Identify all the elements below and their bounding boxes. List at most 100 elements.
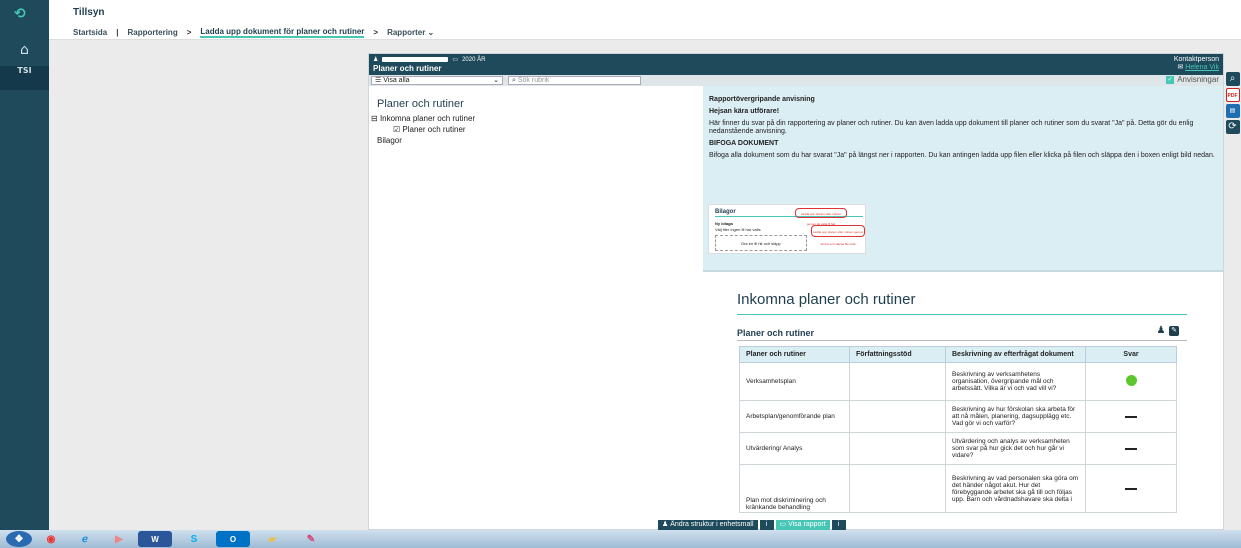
subsection-title: Planer och rutiner <box>737 328 815 338</box>
home-icon[interactable]: ⌂ <box>0 42 49 62</box>
visa-alla-label: Visa alla <box>383 77 410 84</box>
report-panel: ♟ ▭ 2020 ÅR Planer och rutiner Kontaktpe… <box>368 53 1224 530</box>
cell-name: Plan mot diskriminering och kränkande be… <box>739 464 850 513</box>
visa-label: Visa rapport <box>788 521 826 528</box>
crumb-sep: > <box>186 27 192 37</box>
cell-stod <box>849 464 946 513</box>
anvisningar-label: Anvisningar <box>1177 75 1219 84</box>
status-dash-icon <box>1125 416 1137 418</box>
report-icon: ▭ <box>779 521 789 528</box>
cell-stod <box>849 400 946 433</box>
chrome-icon[interactable]: ◉ <box>37 531 65 547</box>
users-icon[interactable]: ♟ <box>1156 326 1166 336</box>
demo-title: Bilagor <box>715 209 736 215</box>
media-player-icon[interactable]: ▶ <box>105 531 133 547</box>
anvisningar-toggle[interactable]: ✓ Anvisningar <box>1166 75 1219 84</box>
collapse-icon[interactable]: ⊟ <box>371 114 380 123</box>
tillsyn-logo-icon[interactable]: ⟲ <box>14 6 34 22</box>
section-title: Inkomna planer och rutiner <box>737 291 916 308</box>
panel-title: Planer och rutiner <box>373 64 442 73</box>
internet-explorer-icon[interactable]: ℯ <box>70 531 100 547</box>
visa-alla-select[interactable]: ☰ Visa alla ⌄ <box>371 76 503 85</box>
andra-struktur-button[interactable]: ♟ Ändra struktur i enhetsmall <box>658 520 758 530</box>
info-button[interactable]: i <box>831 520 846 530</box>
breadcrumb: Startsida | Rapportering > Ladda upp dok… <box>73 26 434 38</box>
section-divider <box>737 314 1187 315</box>
tree-item-planer[interactable]: ☑ Planer och rutiner <box>393 125 466 134</box>
cell-stod <box>849 432 946 465</box>
table-row: Verksamhetsplan Beskrivning av verksamhe… <box>739 362 1177 401</box>
search-icon[interactable]: ⌕ <box>1225 72 1240 86</box>
edit-icon[interactable]: ✎ <box>1169 326 1179 336</box>
cell-stod <box>849 362 946 401</box>
tree-item-bilagor[interactable]: Bilagor <box>377 136 402 145</box>
cell-name: Utvärdering/ Analys <box>739 432 850 465</box>
table-row: Arbetsplan/genomförande plan Beskrivning… <box>739 400 1177 433</box>
table-row: Utvärdering/ Analys Utvärdering och anal… <box>739 432 1177 465</box>
folder-icon[interactable]: ▰ <box>255 531 289 547</box>
visa-rapport-button[interactable]: ▭ Visa rapport <box>775 520 830 530</box>
cell-svar <box>1085 362 1177 401</box>
info-button[interactable]: i <box>759 520 774 530</box>
demo-bubble-drag: Ladda upp planen eller rutinen genom att… <box>811 225 865 246</box>
crumb-sep: > <box>373 27 379 37</box>
crumb-startsida[interactable]: Startsida <box>73 28 107 37</box>
start-button-icon[interactable]: ❖ <box>6 531 32 547</box>
instructions-body1: Här finner du svar på din rapportering a… <box>709 120 1194 135</box>
sidebar-item-tsi[interactable]: TSI <box>0 66 49 90</box>
pdf-icon[interactable]: PDF <box>1225 88 1240 102</box>
panel-toolbar: ☰ Visa alla ⌄ ⌕ Sök rubrik ✓ Anvisningar <box>369 75 1223 86</box>
left-sidebar: ⟲ ⌂ TSI <box>0 0 49 530</box>
windows-taskbar: ❖ ◉ ℯ ▶ W S O ▰ ✎ <box>0 530 1241 548</box>
cell-desc: Beskrivning av hur förskolan ska arbeta … <box>945 400 1086 433</box>
edit-icon: ☑ <box>393 125 403 134</box>
structure-icon: ♟ <box>662 521 671 528</box>
col-header: Beskrivning av efterfrågat dokument <box>945 346 1086 363</box>
panel-header-meta: ♟ ▭ 2020 ÅR <box>373 56 486 64</box>
crumb-ladda-upp[interactable]: Ladda upp dokument för planer och rutine… <box>200 27 365 38</box>
instructions-subheading: BIFOGA DOKUMENT <box>709 140 779 147</box>
app-title: Tillsyn <box>73 7 105 18</box>
contact-block: Kontaktperson ✉ Helena Vik <box>1174 56 1219 71</box>
tree-item-inkomna[interactable]: ⊟ Inkomna planer och rutiner <box>371 114 475 123</box>
paint-icon[interactable]: ✎ <box>294 531 328 547</box>
list-icon: ☰ <box>375 77 384 84</box>
search-input[interactable]: ⌕ Sök rubrik <box>508 76 641 85</box>
status-dash-icon <box>1125 488 1137 490</box>
table-header-row: Planer och rutiner Författningsstöd Besk… <box>739 346 1177 363</box>
contact-person-link[interactable]: Helena Vik <box>1185 64 1219 71</box>
tree-title: Planer och rutiner <box>377 98 464 110</box>
refresh-icon[interactable]: ⟳ <box>1225 120 1240 134</box>
instruction-image: Bilagor Ny bilaga Välj filer Ingen fil h… <box>708 204 866 254</box>
chevron-down-icon: ⌄ <box>493 77 499 84</box>
demo-bubble-upload: Ladda upp planen eller rutinen genom att… <box>795 208 847 226</box>
crumb-rapporter-dropdown[interactable]: Rapporter ⌄ <box>387 28 434 37</box>
planer-table: Planer och rutiner Författningsstöd Besk… <box>739 346 1177 513</box>
table-row: Plan mot diskriminering och kränkande be… <box>739 464 1177 513</box>
panel-header: ♟ ▭ 2020 ÅR Planer och rutiner Kontaktpe… <box>369 54 1223 75</box>
outlook-icon[interactable]: O <box>216 531 250 547</box>
status-dash-icon <box>1125 448 1137 450</box>
cell-svar <box>1085 432 1177 465</box>
tree-label: Inkomna planer och rutiner <box>379 114 476 123</box>
instructions-heading: Rapportövergripande anvisning <box>709 96 815 103</box>
redacted-name <box>382 57 449 62</box>
cell-name: Verksamhetsplan <box>739 362 850 401</box>
crumb-rapportering[interactable]: Rapportering <box>127 28 177 37</box>
col-header: Författningsstöd <box>849 346 946 363</box>
checkbox-icon[interactable]: ✓ <box>1166 75 1175 84</box>
document-icon[interactable]: ▤ <box>1225 104 1240 118</box>
col-header: Planer och rutiner <box>739 346 850 363</box>
skype-icon[interactable]: S <box>177 531 211 547</box>
report-year: 2020 ÅR <box>462 56 486 63</box>
demo-file-input: Välj filer Ingen fil har valts <box>715 227 761 232</box>
tree-nav: Planer och rutiner ⊟ Inkomna planer och … <box>369 86 702 529</box>
col-header: Svar <box>1085 346 1177 363</box>
status-green-icon <box>1125 375 1137 386</box>
subsection-actions: ♟ ✎ <box>1156 326 1179 336</box>
org-icon: ♟ <box>373 57 379 63</box>
tree-label: Planer och rutiner <box>402 125 466 134</box>
right-tools: ⌕ PDF ▤ ⟳ <box>1224 70 1241 134</box>
contact-label: Kontaktperson <box>1173 56 1219 63</box>
word-icon[interactable]: W <box>138 531 172 547</box>
